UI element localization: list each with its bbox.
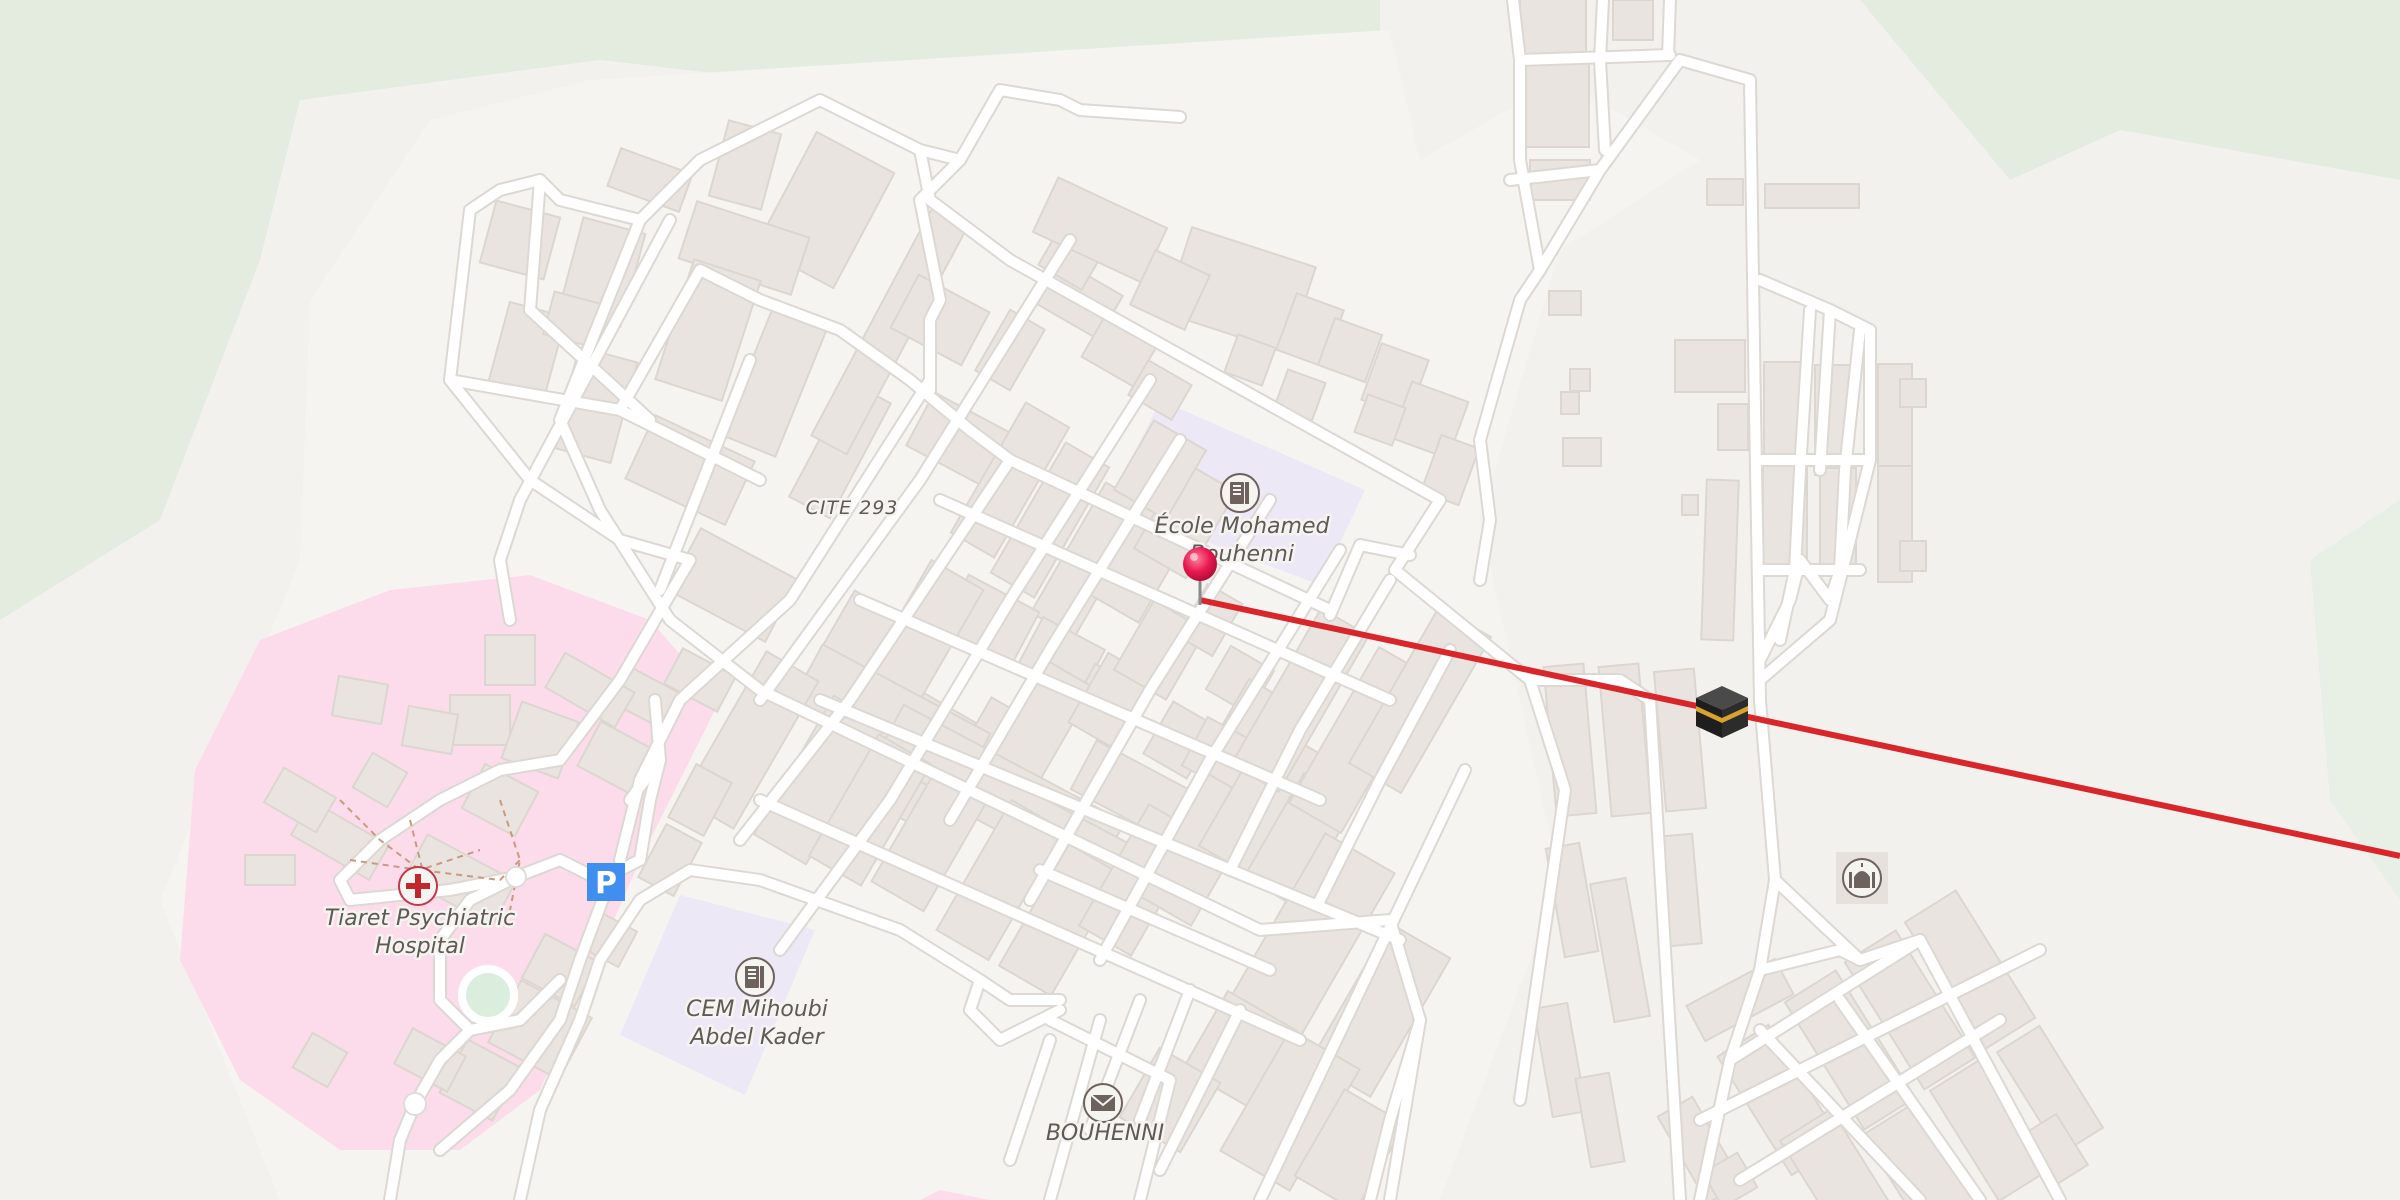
school-marker[interactable] <box>1220 473 1260 513</box>
road[interactable] <box>1515 50 1675 65</box>
building <box>244 854 296 886</box>
building <box>1681 494 1699 516</box>
building <box>1548 290 1582 316</box>
school-icon <box>745 966 764 988</box>
road[interactable] <box>1595 0 1610 155</box>
location-pin-icon <box>1183 547 1217 581</box>
location-pin-shine <box>1190 553 1198 561</box>
hospital-label-line2: Hospital <box>375 934 465 959</box>
building <box>1674 339 1746 393</box>
building <box>1706 178 1744 206</box>
school-2-label-line1: CEM Mihoubi <box>686 997 828 1022</box>
hospital-marker[interactable] <box>398 866 438 906</box>
school-2-label-line2: Abdel Kader <box>688 1025 825 1050</box>
district-label: CITE 293 <box>806 497 899 519</box>
building <box>1519 0 1587 56</box>
building <box>1520 62 1590 148</box>
hospital-label-line1: Tiaret Psychiatric <box>325 906 516 931</box>
mosque-marker[interactable] <box>1836 852 1888 904</box>
roundabout <box>505 866 527 888</box>
parking-label: P <box>595 866 617 901</box>
post-office-label: BOUHENNI <box>1046 1121 1164 1146</box>
building <box>1717 403 1749 451</box>
school-label-line1: École Mohamed <box>1155 513 1331 539</box>
building <box>1764 183 1860 209</box>
building <box>449 694 511 746</box>
road[interactable] <box>1663 0 1675 60</box>
building <box>484 634 536 686</box>
roundabout <box>403 1092 427 1116</box>
school-icon <box>1230 482 1249 504</box>
building <box>1569 368 1591 392</box>
building <box>1562 437 1602 467</box>
map-canvas[interactable]: CITE 293 École Mohamed Bouhenni CEM Miho… <box>0 0 2400 1200</box>
school-marker[interactable] <box>735 957 775 997</box>
building <box>1899 378 1927 408</box>
post-office-icon <box>1090 1094 1116 1111</box>
building <box>1612 0 1654 41</box>
parking-marker[interactable]: P <box>587 863 625 901</box>
building <box>400 704 460 756</box>
building <box>1899 540 1927 572</box>
hospital-roundabout-green <box>458 965 518 1025</box>
building <box>1700 478 1740 642</box>
building <box>1560 391 1580 415</box>
building <box>330 674 390 726</box>
post-office-marker[interactable] <box>1083 1083 1123 1123</box>
